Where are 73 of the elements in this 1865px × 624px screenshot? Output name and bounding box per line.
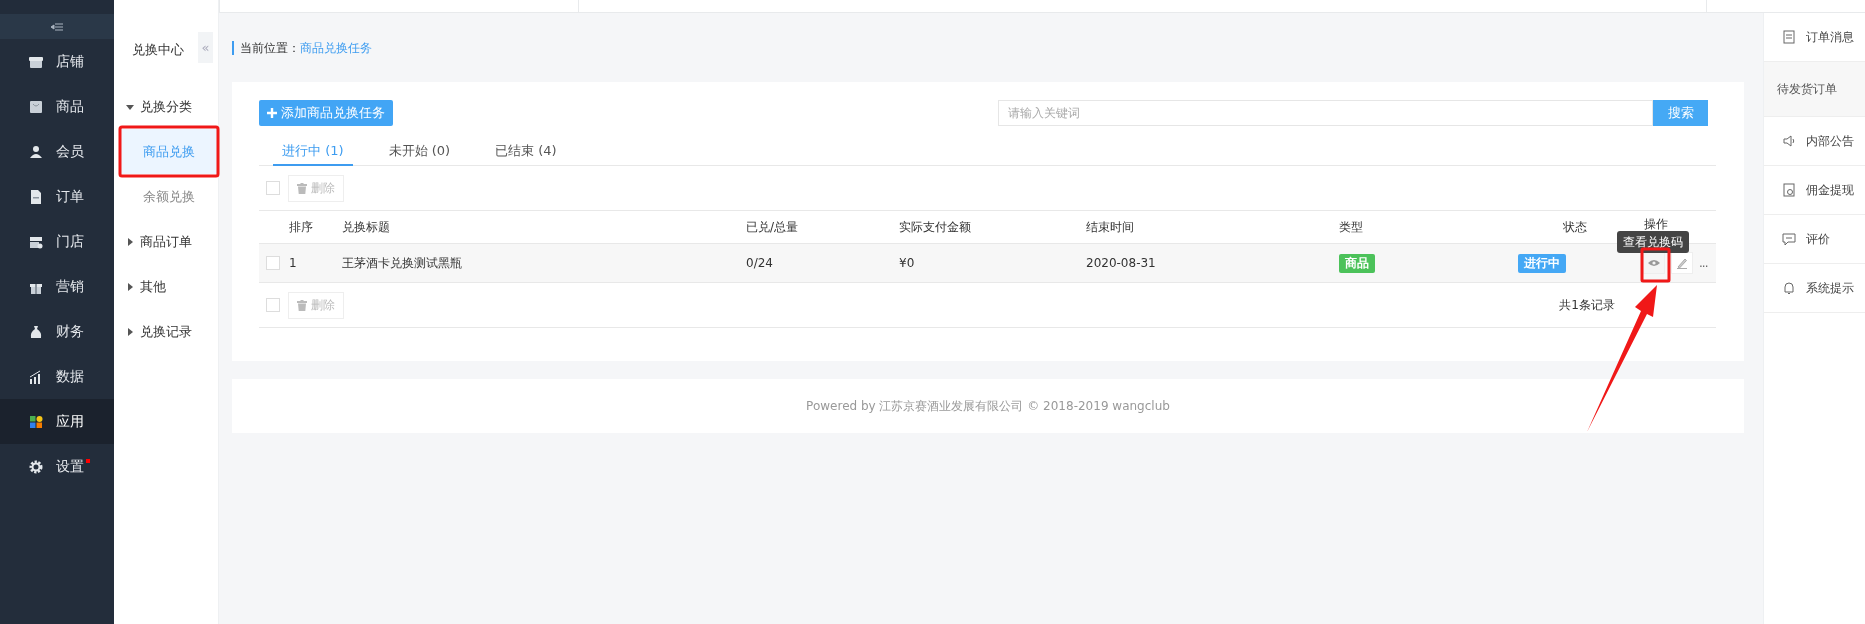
tiles-icon [29,414,43,429]
nav-item[interactable]: 应用 [0,399,114,444]
column-header: 操作 [1643,216,1669,233]
column-header: 类型 [1339,218,1364,236]
speaker-icon [1782,134,1796,148]
type-tag: 商品 [1339,253,1375,273]
caret-icon [126,327,134,336]
nav-item[interactable]: 商品 [0,84,114,129]
notice-subitem[interactable]: 待发货订单 [1764,62,1865,117]
person-icon [29,144,43,159]
column-header: 排序 [289,218,314,236]
column-header: 状态 [1562,218,1588,236]
bag-icon [29,99,43,114]
trash-icon [297,182,307,194]
more-button[interactable]: ... [1699,256,1708,270]
pencil-icon [1676,257,1688,269]
checkbox[interactable] [266,256,280,270]
column-header: 实际支付金额 [899,218,972,236]
tree-item[interactable]: 兑换记录 [114,309,218,354]
panel-title: 兑换中心 [132,41,184,59]
tab[interactable]: 未开始 (0) [379,137,460,166]
record-count: 共1条记录 [1559,296,1615,314]
tooltip: 查看兑换码 [1617,231,1689,253]
nav-item[interactable]: 会员 [0,129,114,174]
checkbox[interactable] [266,298,280,312]
caret-icon [126,102,134,111]
tree-item[interactable]: 余额兑换 [120,174,218,219]
column-header: 已兑/总量 [746,218,800,236]
notice-item[interactable]: 佣金提现 [1764,166,1865,215]
caret-icon [126,282,134,291]
highlight-box [1640,247,1671,283]
search-field[interactable]: 请输入关键词 [998,100,1653,126]
nav-item[interactable]: 门店 [0,219,114,264]
notice-item[interactable]: 系统提示 [1764,264,1865,313]
tree-item[interactable]: 兑换分类 [114,84,218,129]
table-cell-text: ¥0 [899,256,916,270]
store-icon [29,54,43,69]
table-cell-text: 1 [289,256,298,270]
table-cell-text: 0/24 [746,256,774,270]
caret-icon [126,237,134,246]
breadcrumb: 当前位置：商品兑换任务 [232,40,372,55]
shop-icon [29,234,43,249]
checkbox[interactable] [266,181,280,195]
footer-text: Powered by 江苏京赛酒业发展有限公司 © 2018-2019 wangclub [806,397,1170,415]
chat-icon [1782,232,1796,246]
nav-item[interactable]: 订单 [0,174,114,219]
money-bag-icon [29,324,43,339]
nav-item[interactable]: 数据 [0,354,114,399]
nav-item[interactable]: 营销 [0,264,114,309]
bell-icon [1782,281,1796,295]
nav-item[interactable]: 财务 [0,309,114,354]
gear-icon [29,459,43,474]
tree-item[interactable]: 其他 [114,264,218,309]
tree-item[interactable]: 商品订单 [114,219,218,264]
clipboard-icon [1782,30,1796,44]
nav-item[interactable]: 店铺 [0,39,114,84]
document-icon [1782,183,1796,197]
table-cell-text: 王茅酒卡兑换测试黑瓶 [342,254,463,272]
notice-item[interactable]: 评价 [1764,215,1865,264]
plus-icon [267,108,277,118]
column-header: 兑换标题 [342,218,391,236]
document-icon [29,189,43,204]
tab[interactable]: 已结束 (4) [486,137,566,166]
eye-icon [1648,259,1660,267]
table-cell-text: 2020-08-31 [1086,256,1157,270]
collapse-menu-icon[interactable] [51,22,63,31]
bar-chart-icon [29,369,43,384]
trash-icon [297,299,307,311]
column-header: 结束时间 [1086,218,1135,236]
status-tag: 进行中 [1518,253,1566,273]
nav-item[interactable]: 设置 [0,444,114,489]
notice-item[interactable]: 内部公告 [1764,117,1865,166]
edit-button[interactable] [1671,252,1693,274]
